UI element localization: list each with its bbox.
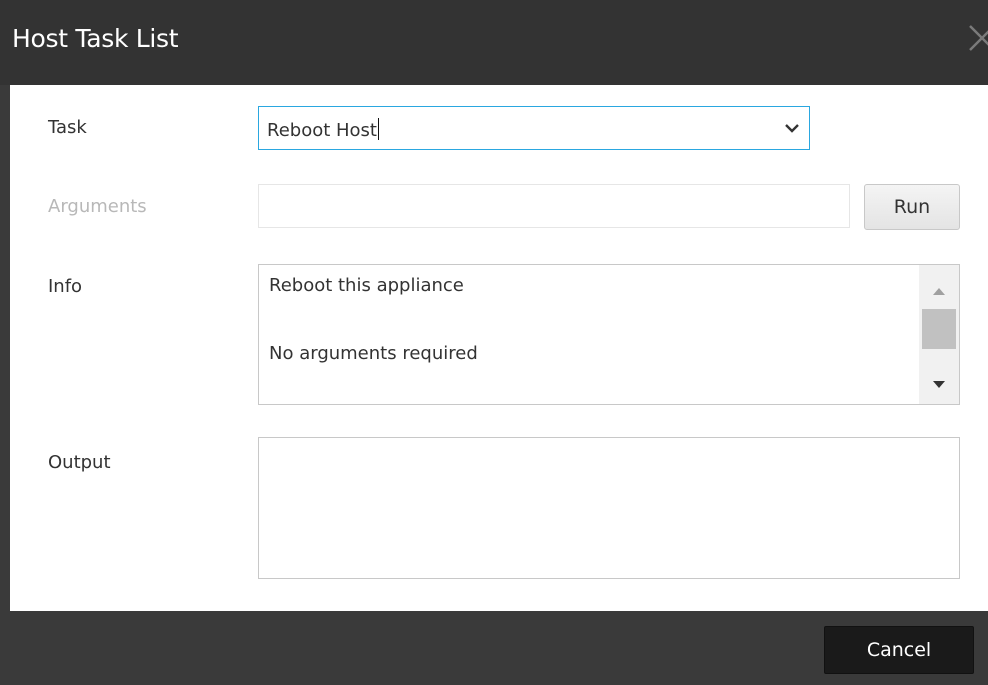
task-label: Task <box>48 117 87 138</box>
output-label: Output <box>48 452 111 473</box>
arguments-label: Arguments <box>48 196 147 217</box>
scroll-thumb[interactable] <box>922 309 956 349</box>
info-label: Info <box>48 276 83 297</box>
close-icon[interactable] <box>966 20 988 56</box>
scroll-up-icon[interactable] <box>932 281 946 295</box>
info-line: No arguments required <box>269 343 478 364</box>
dialog-frame-left <box>0 85 10 611</box>
scroll-down-icon[interactable] <box>932 375 946 388</box>
task-select-value: Reboot Host <box>267 118 379 141</box>
task-select[interactable]: Reboot Host <box>258 106 810 150</box>
dialog-title: Host Task List <box>12 24 179 53</box>
info-scrollbar[interactable] <box>919 265 959 404</box>
info-textarea[interactable]: Reboot this appliance No arguments requi… <box>258 264 960 405</box>
info-line: Reboot this appliance <box>269 275 464 296</box>
output-textarea[interactable] <box>258 437 960 579</box>
cancel-button[interactable]: Cancel <box>824 626 974 674</box>
run-button[interactable]: Run <box>864 184 960 230</box>
text-cursor <box>378 118 379 140</box>
host-task-list-dialog: Host Task List Task Reboot Host Argument… <box>0 0 988 685</box>
dialog-titlebar: Host Task List <box>0 0 988 85</box>
arguments-input[interactable] <box>258 184 850 228</box>
chevron-down-icon[interactable] <box>783 119 801 137</box>
task-select-text: Reboot Host <box>267 120 377 141</box>
